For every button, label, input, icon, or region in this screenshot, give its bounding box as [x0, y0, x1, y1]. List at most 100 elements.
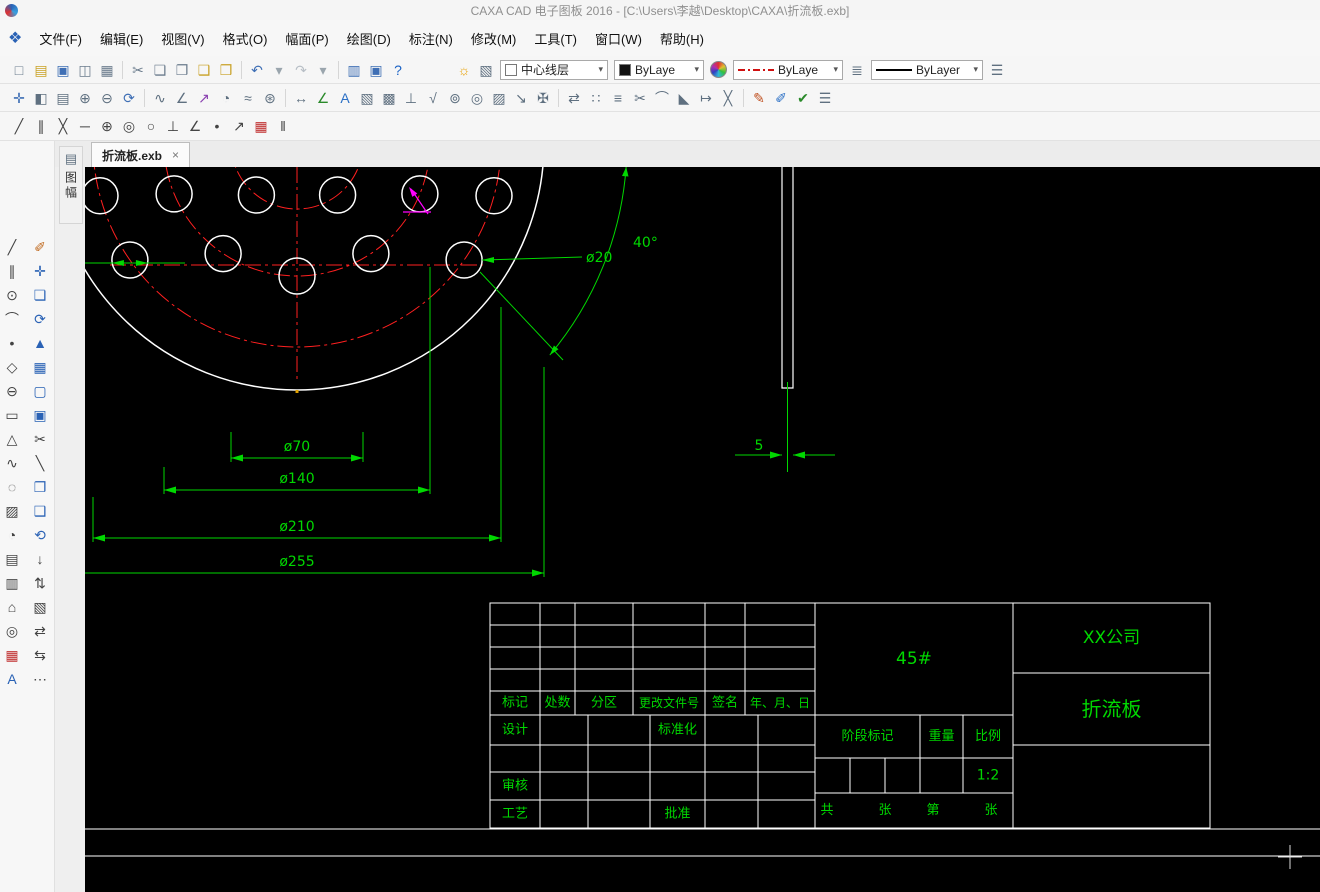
intersect-tool-icon[interactable]: ╳: [52, 115, 74, 138]
menu-edit[interactable]: 编辑(E): [91, 24, 152, 53]
drawing-canvas[interactable]: ø70 ø140 ø210 ø255 ø20 40° 5 标记 处数 分区 更改…: [49, 0, 1320, 892]
verify-icon[interactable]: ✔: [792, 86, 814, 109]
link-tool-icon[interactable]: ❏: [29, 283, 51, 306]
red-grid-icon[interactable]: ▦: [1, 643, 23, 666]
trim-icon[interactable]: ✂: [629, 86, 651, 109]
grid-block-icon[interactable]: ▦: [29, 355, 51, 378]
parallel-line-icon[interactable]: ∥: [1, 259, 23, 282]
frame-tool-icon[interactable]: ▢: [29, 379, 51, 402]
library-icon[interactable]: ▣: [365, 58, 387, 81]
line-tool-icon[interactable]: ╱: [1, 235, 23, 258]
concentric-circle-icon[interactable]: ◎: [118, 115, 140, 138]
paper-panel-tab[interactable]: ▤ 图幅: [59, 146, 83, 224]
symbol-icon[interactable]: ✠: [532, 86, 554, 109]
save-icon[interactable]: ▣: [52, 58, 74, 81]
datum-icon[interactable]: ⊥: [400, 86, 422, 109]
trim-tool-icon[interactable]: ✂: [29, 427, 51, 450]
document-tab[interactable]: 折流板.exb ×: [91, 142, 191, 167]
array-icon[interactable]: ∷: [585, 86, 607, 109]
menu-draw[interactable]: 绘图(D): [338, 24, 400, 53]
text-tool-icon[interactable]: A: [334, 86, 356, 109]
circle-center-icon[interactable]: ⊕: [96, 115, 118, 138]
parallel-tool-icon[interactable]: ∥: [30, 115, 52, 138]
cut-icon[interactable]: ✂: [127, 58, 149, 81]
menu-format[interactable]: 格式(O): [214, 24, 277, 53]
color-combo[interactable]: ByLaye ▾: [614, 59, 704, 80]
fillet-icon[interactable]: ⌒: [651, 86, 673, 109]
curve-icon[interactable]: ≈: [237, 86, 259, 109]
dim-angular-icon[interactable]: ∠: [312, 86, 334, 109]
sheet-tool-icon[interactable]: ▥: [1, 571, 23, 594]
point-tool-icon[interactable]: •: [1, 331, 23, 354]
menu-help[interactable]: 帮助(H): [651, 24, 713, 53]
circle-tool-icon[interactable]: ⊙: [1, 283, 23, 306]
grid-red-icon[interactable]: ▦: [250, 115, 272, 138]
copy-entity-icon[interactable]: ❑: [29, 499, 51, 522]
grid-tool-icon[interactable]: ▤: [1, 547, 23, 570]
polygon-tool-icon[interactable]: ◇: [1, 355, 23, 378]
break-icon[interactable]: ╳: [717, 86, 739, 109]
linetype-combo[interactable]: ByLaye ▾: [733, 59, 843, 80]
leader-arrow-icon[interactable]: ↗: [193, 86, 215, 109]
paste-icon[interactable]: ❑: [193, 58, 215, 81]
print-icon[interactable]: ▦: [96, 58, 118, 81]
zoom-in-icon[interactable]: ⊕: [74, 86, 96, 109]
vector-tool-icon[interactable]: ↗: [228, 115, 250, 138]
dimension-lines[interactable]: [85, 165, 835, 577]
redo-icon[interactable]: ↷: [290, 58, 312, 81]
node-edit-icon[interactable]: ⊛: [259, 86, 281, 109]
plate-outline[interactable]: [49, 0, 794, 391]
region-icon[interactable]: ▩: [378, 86, 400, 109]
polyline-icon[interactable]: ∠: [171, 86, 193, 109]
menu-modify[interactable]: 修改(M): [462, 24, 526, 53]
redraw-icon[interactable]: ⟳: [118, 86, 140, 109]
dim-linear-icon[interactable]: ↔: [290, 86, 312, 109]
swap-tool-icon[interactable]: ⇄: [29, 619, 51, 642]
format-brush-icon[interactable]: ✎: [748, 86, 770, 109]
center-lines[interactable]: [92, 0, 502, 383]
fill-tool-icon[interactable]: ▲: [29, 331, 51, 354]
triangle-tool-icon[interactable]: △: [1, 427, 23, 450]
text-tool-icon[interactable]: A: [1, 667, 23, 690]
contour-tool-icon[interactable]: ◔: [1, 523, 23, 546]
paper-frame-icon[interactable]: ▥: [343, 58, 365, 81]
home-tool-icon[interactable]: ⌂: [1, 595, 23, 618]
layer-properties-icon[interactable]: ▧: [475, 58, 497, 81]
sort-tool-icon[interactable]: ⇅: [29, 571, 51, 594]
leader-icon[interactable]: ↘: [510, 86, 532, 109]
panel-tool-icon[interactable]: ▧: [29, 595, 51, 618]
image-icon[interactable]: ▧: [356, 86, 378, 109]
balloon-icon[interactable]: ⊚: [444, 86, 466, 109]
zoom-all-icon[interactable]: ▤: [52, 86, 74, 109]
zoom-window-icon[interactable]: ◧: [30, 86, 52, 109]
menu-dimension[interactable]: 标注(N): [400, 24, 462, 53]
lineweight-list-icon[interactable]: ☰: [986, 58, 1008, 81]
point-entity[interactable]: [295, 390, 299, 393]
wave-tool-icon[interactable]: ∿: [1, 451, 23, 474]
layer-combo[interactable]: 中心线层 ▾: [500, 59, 608, 80]
menu-file[interactable]: 文件(F): [30, 24, 91, 53]
menu-paper[interactable]: 幅面(P): [276, 24, 337, 53]
doc-tool-icon[interactable]: ❐: [29, 475, 51, 498]
center-mark-icon[interactable]: ◎: [466, 86, 488, 109]
copy-basepoint-icon[interactable]: ❐: [171, 58, 193, 81]
break-line-icon[interactable]: ╲: [29, 451, 51, 474]
paste-special-icon[interactable]: ❒: [215, 58, 237, 81]
angle-line-icon[interactable]: ∠: [184, 115, 206, 138]
arc-tool-icon[interactable]: ⌒: [1, 307, 23, 330]
undo-icon[interactable]: ↶: [246, 58, 268, 81]
help-icon[interactable]: ?: [387, 58, 409, 81]
dashed-circle-icon[interactable]: ◌: [1, 475, 23, 498]
rotate-tool-icon[interactable]: ⟳: [29, 307, 51, 330]
chamfer-icon[interactable]: ◣: [673, 86, 695, 109]
rectangle-tool-icon[interactable]: ▭: [1, 403, 23, 426]
ellipse-tool-icon[interactable]: ⊖: [1, 379, 23, 402]
pan-icon[interactable]: ✛: [8, 86, 30, 109]
block-save-icon[interactable]: ▣: [29, 403, 51, 426]
column-tool-icon[interactable]: ‖: [272, 115, 294, 138]
shift-tool-icon[interactable]: ⇆: [29, 643, 51, 666]
linetype-manager-icon[interactable]: ≣: [846, 58, 868, 81]
line-tool-icon[interactable]: ╱: [8, 115, 30, 138]
offset-icon[interactable]: ≡: [607, 86, 629, 109]
menu-view[interactable]: 视图(V): [152, 24, 213, 53]
